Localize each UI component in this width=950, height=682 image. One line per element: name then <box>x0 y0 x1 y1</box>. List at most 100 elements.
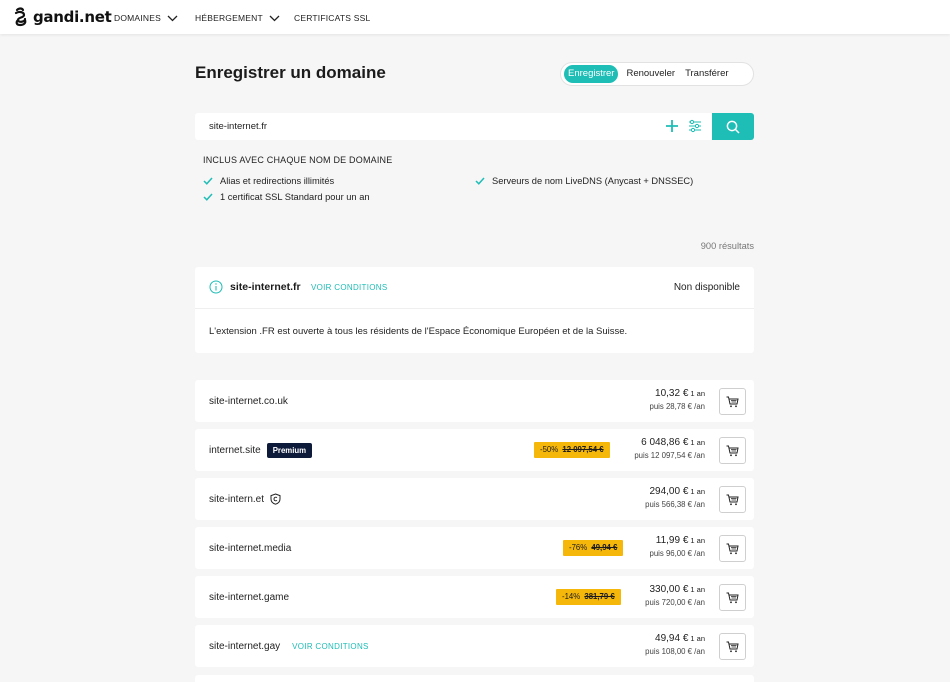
search-button[interactable] <box>712 113 754 140</box>
renewal-price: puis 720,00 € /an <box>645 598 705 607</box>
discount-badge: -50% 12 097,54 € <box>534 442 610 458</box>
results-count: 900 résultats <box>700 241 754 251</box>
discount-value: -76% <box>569 543 588 552</box>
renewal-price: puis 566,38 € /an <box>645 500 705 509</box>
cart-icon <box>726 543 739 554</box>
price-block: 10,32 €1 an puis 28,78 € /an <box>650 388 706 411</box>
domain-row: internet.site Premium -50% 12 097,54 € 6… <box>195 429 754 471</box>
info-icon[interactable] <box>209 280 223 294</box>
cart-icon <box>726 494 739 505</box>
cart-icon <box>726 396 739 407</box>
domain-name: site-internet.media <box>209 542 292 554</box>
nav-hebergement-label: HÉBERGEMENT <box>195 13 263 23</box>
check-icon <box>475 177 485 185</box>
discount-badge: -14% 381,79 € <box>556 589 621 605</box>
price-value: 6 048,86 € <box>641 437 689 448</box>
price-value: 10,32 € <box>655 388 689 399</box>
tab-transferer[interactable]: Transférer <box>681 65 732 83</box>
availability-status: Non disponible <box>673 282 740 293</box>
domain-row-partial <box>195 675 754 682</box>
domain-name: site-internet.game <box>209 591 290 603</box>
domain-row: site-internet.media -76% 49,94 € 11,99 €… <box>195 527 754 569</box>
page-title: Enregistrer un domaine <box>195 63 386 82</box>
price-period: 1 an <box>690 389 705 398</box>
price-block: 294,00 €1 an puis 566,38 € /an <box>645 486 705 509</box>
conditions-link[interactable]: VOIR CONDITIONS <box>311 283 388 292</box>
main-result-card: site-internet.fr VOIR CONDITIONS Non dis… <box>195 267 754 353</box>
price-value: 49,94 € <box>655 633 689 644</box>
price-period: 1 an <box>690 487 705 496</box>
price-value: 11,99 € <box>655 535 689 546</box>
price-block: 49,94 €1 an puis 108,00 € /an <box>645 633 705 656</box>
gandi-logo[interactable]: gandi.net <box>13 7 112 27</box>
extension-note: L'extension .FR est ouverte à tous les r… <box>209 326 628 337</box>
feature-label: Serveurs de nom LiveDNS (Anycast + DNSSE… <box>492 176 694 186</box>
domain-search-input[interactable] <box>209 121 629 132</box>
add-to-cart-button[interactable] <box>719 584 746 611</box>
domain-row: site-internet.gay VOIR CONDITIONS 49,94 … <box>195 625 754 667</box>
domain-name: site-intern.et <box>209 493 265 505</box>
add-to-cart-button[interactable] <box>719 486 746 513</box>
price-period: 1 an <box>690 585 705 594</box>
cart-icon <box>726 445 739 456</box>
domain-name: site-internet.co.uk <box>209 395 288 407</box>
feature-item: Alias et redirections illimités <box>203 176 334 186</box>
feature-item: 1 certificat SSL Standard pour un an <box>203 192 370 202</box>
add-icon[interactable] <box>663 117 681 135</box>
price-block: 6 048,86 €1 an puis 12 097,54 € /an <box>634 437 705 460</box>
old-price: 381,79 € <box>584 592 615 601</box>
nav-certificats-label: CERTIFICATS SSL <box>294 13 371 23</box>
old-price: 12 097,54 € <box>562 445 604 454</box>
domain-name: site-internet.gay <box>209 640 281 652</box>
price-value: 294,00 € <box>649 486 689 497</box>
nav-hebergement[interactable]: HÉBERGEMENT <box>195 13 280 23</box>
discount-badge: -76% 49,94 € <box>563 540 624 556</box>
shield-icon <box>270 493 281 505</box>
renewal-price: puis 96,00 € /an <box>649 549 706 558</box>
price-value: 330,00 € <box>649 584 689 595</box>
add-to-cart-button[interactable] <box>719 633 746 660</box>
nav-certificats-ssl[interactable]: CERTIFICATS SSL <box>294 13 370 23</box>
main-result-header: site-internet.fr VOIR CONDITIONS Non dis… <box>195 267 754 309</box>
chevron-down-icon <box>269 15 280 21</box>
search-icon <box>726 120 740 134</box>
discount-value: -14% <box>562 592 581 601</box>
domain-name: internet.site <box>209 444 261 456</box>
tab-enregistrer[interactable]: Enregistrer <box>564 65 619 83</box>
check-icon <box>203 177 213 185</box>
premium-badge: Premium <box>266 442 313 458</box>
renewal-price: puis 108,00 € /an <box>645 647 705 656</box>
add-to-cart-button[interactable] <box>719 437 746 464</box>
includes-title: INCLUS AVEC CHAQUE NOM DE DOMAINE <box>203 155 393 165</box>
domain-row: site-internet.game -14% 381,79 € 330,00 … <box>195 576 754 618</box>
filter-icon[interactable] <box>688 119 702 133</box>
feature-label: Alias et redirections illimités <box>220 176 335 186</box>
conditions-link[interactable]: VOIR CONDITIONS <box>292 642 369 651</box>
price-period: 1 an <box>690 536 705 545</box>
price-period: 1 an <box>690 634 705 643</box>
check-icon <box>203 193 213 201</box>
action-tabs: Enregistrer Renouveler Transférer <box>560 62 754 86</box>
cart-icon <box>726 641 739 652</box>
top-navigation: gandi.net DOMAINES HÉBERGEMENT CERTIFICA… <box>0 0 950 34</box>
tab-renouveler[interactable]: Renouveler <box>622 65 679 83</box>
chevron-down-icon <box>167 15 178 21</box>
old-price: 49,94 € <box>591 543 618 552</box>
price-block: 330,00 €1 an puis 720,00 € /an <box>645 584 705 607</box>
cart-icon <box>726 592 739 603</box>
feature-label: 1 certificat SSL Standard pour un an <box>220 192 370 202</box>
renewal-price: puis 28,78 € /an <box>649 402 706 411</box>
main-domain-name: site-internet.fr <box>230 281 301 293</box>
price-period: 1 an <box>690 438 705 447</box>
add-to-cart-button[interactable] <box>719 535 746 562</box>
feature-item: Serveurs de nom LiveDNS (Anycast + DNSSE… <box>475 176 693 186</box>
gandi-mascot-icon <box>14 7 27 27</box>
domain-search-bar <box>195 113 712 140</box>
domain-row: site-intern.et 294,00 €1 an puis 566,38 … <box>195 478 754 520</box>
nav-domaines-label: DOMAINES <box>114 13 161 23</box>
add-to-cart-button[interactable] <box>719 388 746 415</box>
domain-row: site-internet.co.uk 10,32 €1 an puis 28,… <box>195 380 754 422</box>
nav-domaines[interactable]: DOMAINES <box>114 13 178 23</box>
renewal-price: puis 12 097,54 € /an <box>634 451 705 460</box>
price-block: 11,99 €1 an puis 96,00 € /an <box>650 535 706 558</box>
